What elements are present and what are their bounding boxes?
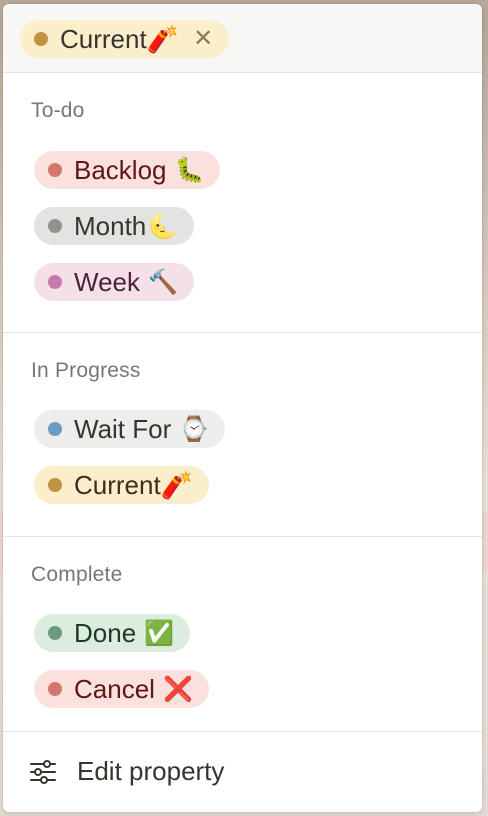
option-tag: Done ✅ — [34, 614, 191, 652]
option-tag: Current🧨 — [34, 466, 210, 504]
option-month[interactable]: Month 🌜 — [34, 207, 195, 245]
selected-value-bar[interactable]: Current🧨 ✕ — [3, 4, 482, 73]
option-current[interactable]: Current🧨 — [34, 466, 210, 504]
option-label: Done — [74, 617, 137, 648]
option-label: Backlog — [74, 154, 167, 185]
status-dot-icon — [48, 626, 62, 640]
status-dot-icon — [48, 219, 62, 233]
option-label: Week — [74, 266, 140, 297]
status-dot-icon — [48, 682, 62, 696]
status-dot-icon — [34, 32, 48, 46]
option-wait-for[interactable]: Wait For ⌚ — [34, 410, 226, 448]
option-week[interactable]: Week 🔨 — [34, 263, 194, 301]
section-complete: Complete Done ✅ Cancel ❌ — [3, 537, 482, 732]
option-done[interactable]: Done ✅ — [34, 614, 191, 652]
section-title: Complete — [31, 563, 123, 586]
section-title: To-do — [31, 99, 85, 122]
hammer-icon: 🔨 — [148, 268, 178, 296]
status-dot-icon — [48, 163, 62, 177]
section-in-progress: In Progress Wait For ⌚ Current🧨 — [3, 333, 482, 537]
selected-status-label: Current🧨 — [60, 23, 180, 54]
status-dot-icon — [48, 275, 62, 289]
caterpillar-icon: 🐛 — [174, 156, 205, 184]
option-tag: Cancel ❌ — [34, 670, 209, 708]
sliders-icon — [30, 759, 56, 784]
edit-property-button[interactable]: Edit property — [29, 756, 224, 787]
status-dropdown-popup: Current🧨 ✕ To-do Backlog 🐛 Month 🌜 Week — [3, 4, 482, 812]
option-label: Cancel — [74, 673, 155, 704]
option-tag: Backlog 🐛 — [34, 151, 221, 189]
option-backlog[interactable]: Backlog 🐛 — [34, 151, 221, 189]
moon-icon: 🌜 — [148, 212, 179, 240]
footer: Edit property — [3, 732, 482, 812]
option-label: Month — [74, 210, 147, 241]
option-tag: Week 🔨 — [34, 263, 194, 301]
section-to-do: To-do Backlog 🐛 Month 🌜 Week 🔨 — [3, 73, 482, 333]
option-tag: Wait For ⌚ — [34, 410, 226, 448]
selected-status-tag: Current🧨 ✕ — [20, 20, 230, 58]
watch-icon: ⌚ — [179, 415, 210, 443]
section-title: In Progress — [31, 359, 141, 382]
edit-property-label: Edit property — [77, 756, 225, 786]
remove-tag-icon[interactable]: ✕ — [193, 27, 213, 51]
cross-mark-icon: ❌ — [162, 675, 193, 703]
option-cancel[interactable]: Cancel ❌ — [34, 670, 209, 708]
check-mark-icon: ✅ — [144, 619, 175, 647]
option-label: Current🧨 — [74, 469, 194, 500]
option-tag: Month 🌜 — [34, 207, 195, 245]
status-dot-icon — [48, 422, 62, 436]
status-dot-icon — [48, 478, 62, 492]
option-label: Wait For — [74, 413, 172, 444]
